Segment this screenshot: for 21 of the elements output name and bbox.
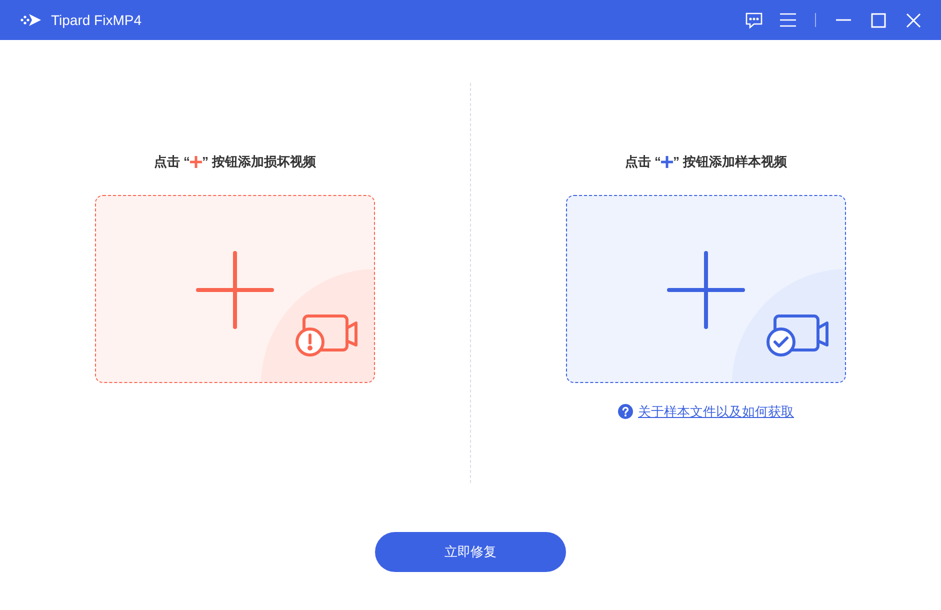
logo-icon [20,13,42,27]
instruction-text: 点击 “ [624,153,661,172]
plus-icon [661,156,673,168]
close-icon[interactable] [906,12,921,28]
repair-button[interactable]: 立即修复 [375,532,566,572]
feedback-icon[interactable] [745,12,763,28]
plus-icon [196,251,274,329]
plus-icon [190,156,202,168]
menu-icon[interactable] [780,13,796,27]
instruction-text: ” 按钮添加损坏视频 [202,153,316,172]
plus-icon [667,251,745,329]
add-video-dropzone[interactable] [566,195,846,383]
video-camera-warning-icon [294,314,358,358]
help-link[interactable]: 关于样本文件以及如何获取 [638,402,794,422]
window-title: Tipard FixMP4 [51,10,142,30]
add-video-dropzone[interactable] [95,195,375,383]
help-icon [618,404,633,420]
video-camera-check-icon [765,314,829,358]
instruction-text: ” 按钮添加样本视频 [673,153,788,172]
maximize-icon[interactable] [871,12,886,28]
instruction-text: 点击 “ [154,153,190,172]
